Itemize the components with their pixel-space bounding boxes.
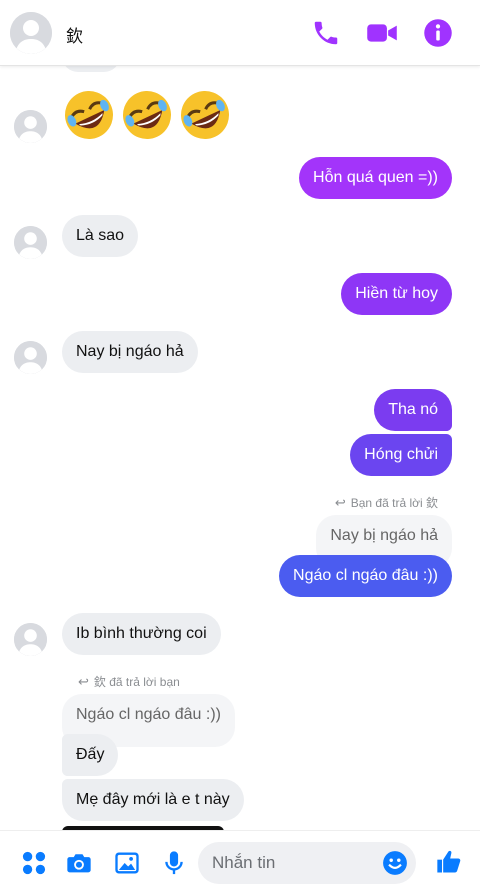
emoji-message[interactable] [62,88,232,142]
message-composer[interactable] [198,842,416,884]
image-icon[interactable] [113,849,141,877]
menu-dots-icon[interactable] [20,849,48,877]
reply-indicator: ↩ Bạn đã trả lời 欽 [335,494,438,511]
incoming-message[interactable]: Ib bình thường coi [62,613,221,655]
phone-icon[interactable] [311,18,341,48]
reply-arrow-icon: ↩ [78,674,89,689]
incoming-message[interactable]: Là sao [62,215,139,257]
message-list[interactable]: Hỗn quá quen =)) Là sao Hiền từ hoy Nay … [0,66,480,830]
sender-avatar [14,226,47,259]
previous-message-fragment [62,66,120,72]
video-camera-icon[interactable] [366,18,398,48]
outgoing-message[interactable]: Tha nó [374,389,452,431]
contact-avatar[interactable] [10,12,52,54]
reply-indicator: ↩ 欽 đã trả lời bạn [78,673,180,690]
camera-icon[interactable] [65,849,93,877]
outgoing-message[interactable]: Hỗn quá quen =)) [299,157,452,199]
rofl-emoji-icon [181,91,229,139]
outgoing-message[interactable]: Hóng chửi [350,434,452,476]
outgoing-message[interactable]: Ngáo cl ngáo đâu :)) [279,555,452,597]
conversation-header: 欽 [0,0,480,66]
sender-avatar [14,623,47,656]
microphone-icon[interactable] [160,849,188,877]
reply-indicator-text: Bạn đã trả lời 欽 [350,496,438,510]
outgoing-message[interactable]: Hiền từ hoy [341,273,452,315]
rofl-emoji-icon [123,91,171,139]
emoji-icon[interactable] [382,850,408,876]
incoming-message[interactable]: Mẹ đây mới là e t này [62,779,244,821]
contact-name[interactable]: 欽 [66,22,83,47]
rofl-emoji-icon [65,91,113,139]
sender-avatar [14,110,47,143]
incoming-message[interactable]: Nay bị ngáo hả [62,331,198,373]
reply-arrow-icon: ↩ [334,495,346,510]
incoming-message[interactable]: Đấy [62,734,119,776]
thumbs-up-icon[interactable] [435,847,463,877]
reply-indicator-text: 欽 đã trả lời bạn [93,675,180,689]
composer-bar [0,830,480,893]
message-input[interactable] [212,842,372,884]
sender-avatar [14,341,47,374]
info-icon[interactable] [423,18,453,48]
